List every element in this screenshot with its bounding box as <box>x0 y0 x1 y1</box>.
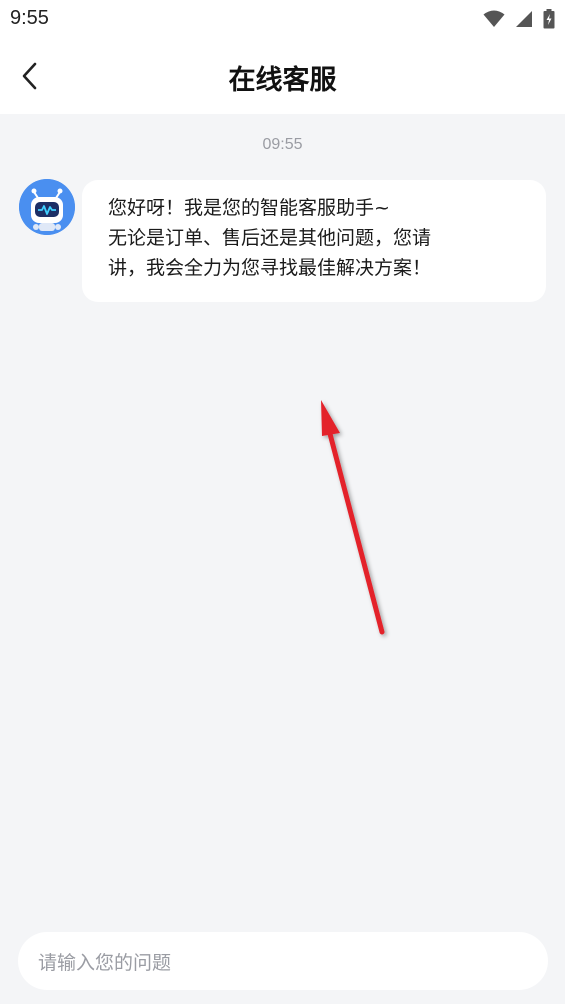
message-line: 讲，我会全力为您寻找最佳解决方案！ <box>108 257 432 279</box>
message-line: 无论是订单、售后还是其他问题，您请 <box>108 227 432 249</box>
message-timestamp: 09:55 <box>262 136 303 153</box>
wifi-icon <box>483 10 505 27</box>
robot-avatar-icon <box>19 179 75 235</box>
chat-area[interactable]: 09:55 您好呀！我是您的智能客服助手~ 无论是订单、售后还是其他问题，您请 … <box>0 114 565 924</box>
status-bar: 9:55 <box>0 0 565 38</box>
input-placeholder: 请输入您的问题 <box>38 951 172 974</box>
bot-message-bubble[interactable]: 您好呀！我是您的智能客服助手~ 无论是订单、售后还是其他问题，您请 讲，我会全力… <box>82 180 546 302</box>
message-line: 您好呀！我是您的智能客服助手~ <box>108 197 390 219</box>
status-time: 9:55 <box>10 7 49 29</box>
page-title: 在线客服 <box>228 65 337 96</box>
question-input[interactable]: 请输入您的问题 <box>18 932 548 990</box>
battery-icon <box>543 9 555 29</box>
signal-icon <box>516 11 532 27</box>
bot-avatar[interactable] <box>19 179 75 235</box>
nav-bar: 在线客服 <box>0 38 565 114</box>
status-icons <box>483 9 555 29</box>
red-arrow-icon <box>321 400 385 635</box>
